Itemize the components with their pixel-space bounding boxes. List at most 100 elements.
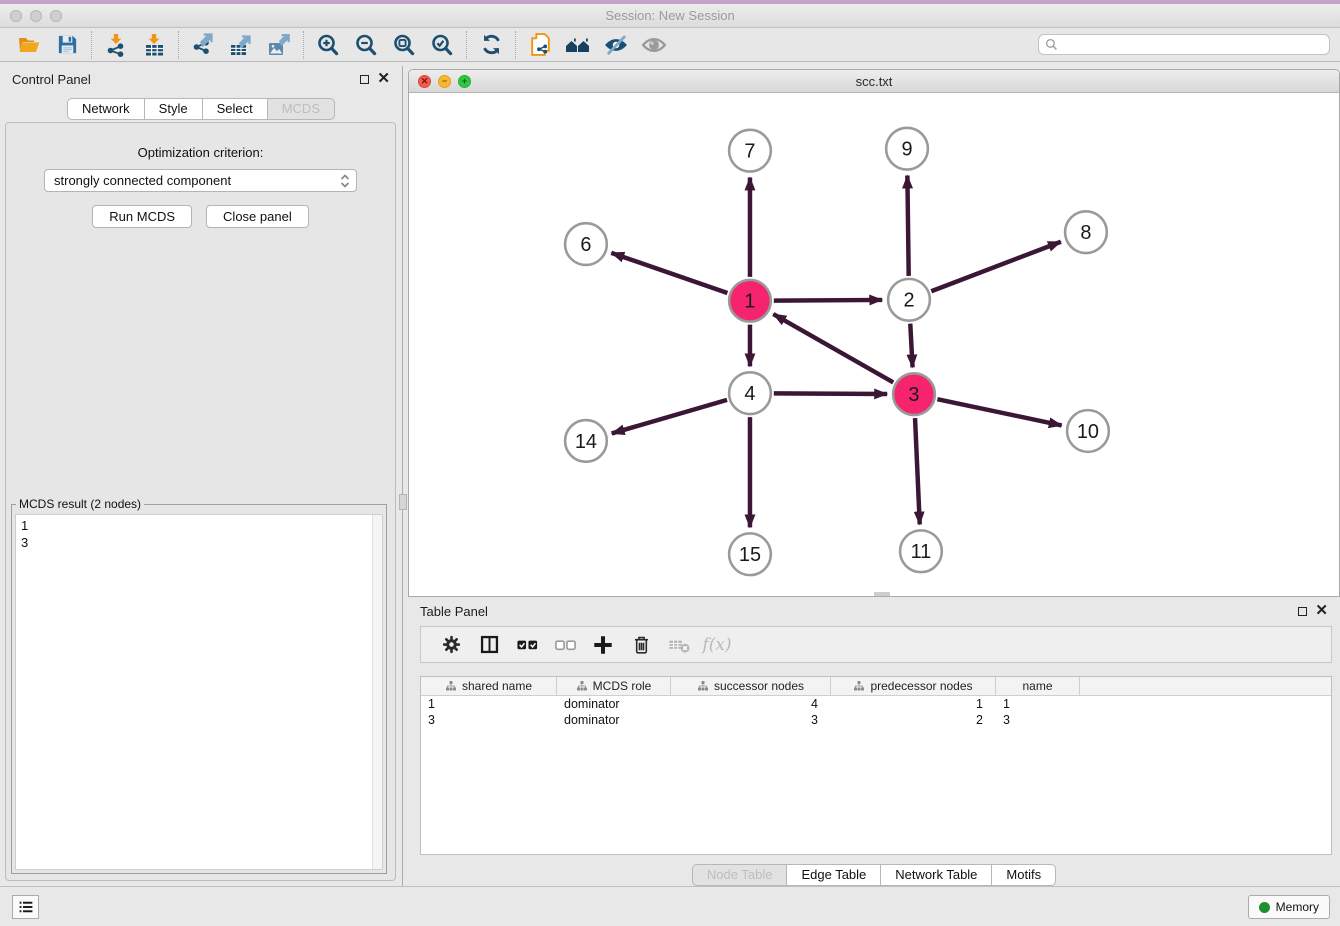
table-row[interactable]: 3 dominator 3 2 3: [421, 712, 1331, 728]
graph-edge-3-10[interactable]: [937, 399, 1061, 425]
tab-network-table[interactable]: Network Table: [881, 864, 992, 886]
tab-style[interactable]: Style: [145, 98, 203, 120]
cell-successor-nodes[interactable]: 4: [671, 697, 831, 711]
cell-mcds-role[interactable]: dominator: [557, 713, 671, 727]
status-bar: Memory: [0, 886, 1340, 926]
zoom-fit-icon[interactable]: [385, 31, 423, 59]
graph-edge-4-3[interactable]: [774, 393, 887, 394]
column-header-mcds-role[interactable]: MCDS role: [557, 677, 671, 695]
graph-edge-3-1[interactable]: [773, 314, 893, 382]
refresh-network-icon[interactable]: [472, 31, 510, 59]
hide-details-icon[interactable]: [597, 31, 635, 59]
canvas-hscrollbar-thumb[interactable]: [874, 592, 890, 596]
export-image-icon[interactable]: [260, 31, 298, 59]
graph-node-3[interactable]: 3: [893, 373, 935, 415]
graph-node-1[interactable]: 1: [729, 280, 771, 322]
mcds-result-title: MCDS result (2 nodes): [16, 497, 144, 511]
cell-predecessor-nodes[interactable]: 2: [831, 713, 996, 727]
cell-mcds-role[interactable]: dominator: [557, 697, 671, 711]
graph-node-6[interactable]: 6: [565, 223, 607, 265]
cell-predecessor-nodes[interactable]: 1: [831, 697, 996, 711]
column-header-predecessor-nodes[interactable]: predecessor nodes: [831, 677, 996, 695]
tab-node-table[interactable]: Node Table: [692, 864, 788, 886]
zoom-out-icon[interactable]: [347, 31, 385, 59]
graph-node-4[interactable]: 4: [729, 372, 771, 414]
column-header-name[interactable]: name: [996, 677, 1080, 695]
criterion-select[interactable]: strongly connected component: [44, 169, 357, 192]
settings-gear-icon[interactable]: [437, 631, 465, 659]
graph-node-8[interactable]: 8: [1065, 211, 1107, 253]
close-panel-icon[interactable]: ✕: [377, 74, 390, 84]
zoom-selected-icon[interactable]: [423, 31, 461, 59]
select-all-columns-icon[interactable]: [513, 631, 541, 659]
deselect-all-columns-icon[interactable]: [551, 631, 579, 659]
graph-node-label: 14: [575, 431, 597, 453]
graph-node-label: 7: [744, 141, 755, 163]
graph-edge-3-11[interactable]: [915, 418, 920, 524]
graph-edge-1-6[interactable]: [611, 253, 727, 293]
overview-homes-icon[interactable]: [559, 31, 597, 59]
delete-column-icon: [665, 631, 693, 659]
export-network-icon[interactable]: [184, 31, 222, 59]
result-scrollbar[interactable]: [372, 515, 382, 869]
tab-motifs[interactable]: Motifs: [992, 864, 1056, 886]
panel-splitter-handle[interactable]: [399, 494, 407, 510]
close-panel-button[interactable]: Close panel: [206, 205, 309, 228]
cell-shared-name[interactable]: 3: [421, 713, 557, 727]
graph-node-11[interactable]: 11: [900, 530, 942, 572]
memory-button[interactable]: Memory: [1248, 895, 1330, 919]
split-columns-icon[interactable]: [475, 631, 503, 659]
run-mcds-button[interactable]: Run MCDS: [92, 205, 192, 228]
graph-node-7[interactable]: 7: [729, 130, 771, 172]
control-panel-tabs: Network Style Select MCDS: [67, 98, 335, 120]
mcds-result-text[interactable]: 1 3: [15, 514, 383, 870]
clone-network-icon[interactable]: [521, 31, 559, 59]
graph-edge-1-2[interactable]: [774, 300, 882, 301]
table-panel-title: Table Panel: [420, 604, 488, 619]
network-graph[interactable]: 7 9 6 8 1 2 4 3 14 10 15 11: [409, 94, 1339, 596]
tab-edge-table[interactable]: Edge Table: [787, 864, 881, 886]
network-canvas[interactable]: 7 9 6 8 1 2 4 3 14 10 15 11: [409, 94, 1339, 596]
column-header-shared-name[interactable]: shared name: [421, 677, 557, 695]
search-box[interactable]: [1038, 34, 1330, 55]
main-area: Control Panel ✕ Network Style Select MCD…: [0, 66, 1340, 886]
network-window-titlebar[interactable]: ✕ − + scc.txt: [409, 70, 1339, 93]
graph-node-9[interactable]: 9: [886, 128, 928, 170]
delete-row-icon[interactable]: [627, 631, 655, 659]
save-session-icon[interactable]: [48, 31, 86, 59]
search-input[interactable]: [1062, 38, 1323, 52]
float-panel-icon[interactable]: [360, 75, 369, 84]
column-header-successor-nodes[interactable]: successor nodes: [671, 677, 831, 695]
tab-select[interactable]: Select: [203, 98, 268, 120]
graph-edge-2-9[interactable]: [907, 176, 908, 276]
table-panel: Table Panel ✕: [408, 598, 1340, 886]
cell-name[interactable]: 1: [996, 697, 1080, 711]
open-session-icon[interactable]: [10, 31, 48, 59]
tab-mcds[interactable]: MCDS: [268, 98, 335, 120]
tab-network[interactable]: Network: [67, 98, 145, 120]
mcds-tab-content: Optimization criterion: strongly connect…: [5, 122, 396, 881]
graph-node-15[interactable]: 15: [729, 533, 771, 575]
import-table-icon[interactable]: [135, 31, 173, 59]
graph-edge-2-8[interactable]: [931, 242, 1061, 292]
cell-successor-nodes[interactable]: 3: [671, 713, 831, 727]
main-toolbar: [0, 28, 1340, 62]
close-table-panel-icon[interactable]: ✕: [1315, 606, 1328, 616]
graph-node-10[interactable]: 10: [1067, 410, 1109, 452]
graph-edge-2-3[interactable]: [910, 324, 912, 368]
import-network-icon[interactable]: [97, 31, 135, 59]
add-row-icon[interactable]: [589, 631, 617, 659]
task-history-button[interactable]: [12, 895, 39, 919]
graph-node-14[interactable]: 14: [565, 420, 607, 462]
float-table-panel-icon[interactable]: [1298, 607, 1307, 616]
zoom-in-icon[interactable]: [309, 31, 347, 59]
column-type-icon: [445, 680, 457, 692]
graph-node-2[interactable]: 2: [888, 279, 930, 321]
graph-edge-4-14[interactable]: [612, 400, 727, 434]
export-table-icon[interactable]: [222, 31, 260, 59]
table-toolbar: f(x): [420, 626, 1332, 663]
column-type-icon: [697, 680, 709, 692]
cell-shared-name[interactable]: 1: [421, 697, 557, 711]
table-row[interactable]: 1 dominator 4 1 1: [421, 696, 1331, 712]
cell-name[interactable]: 3: [996, 713, 1080, 727]
